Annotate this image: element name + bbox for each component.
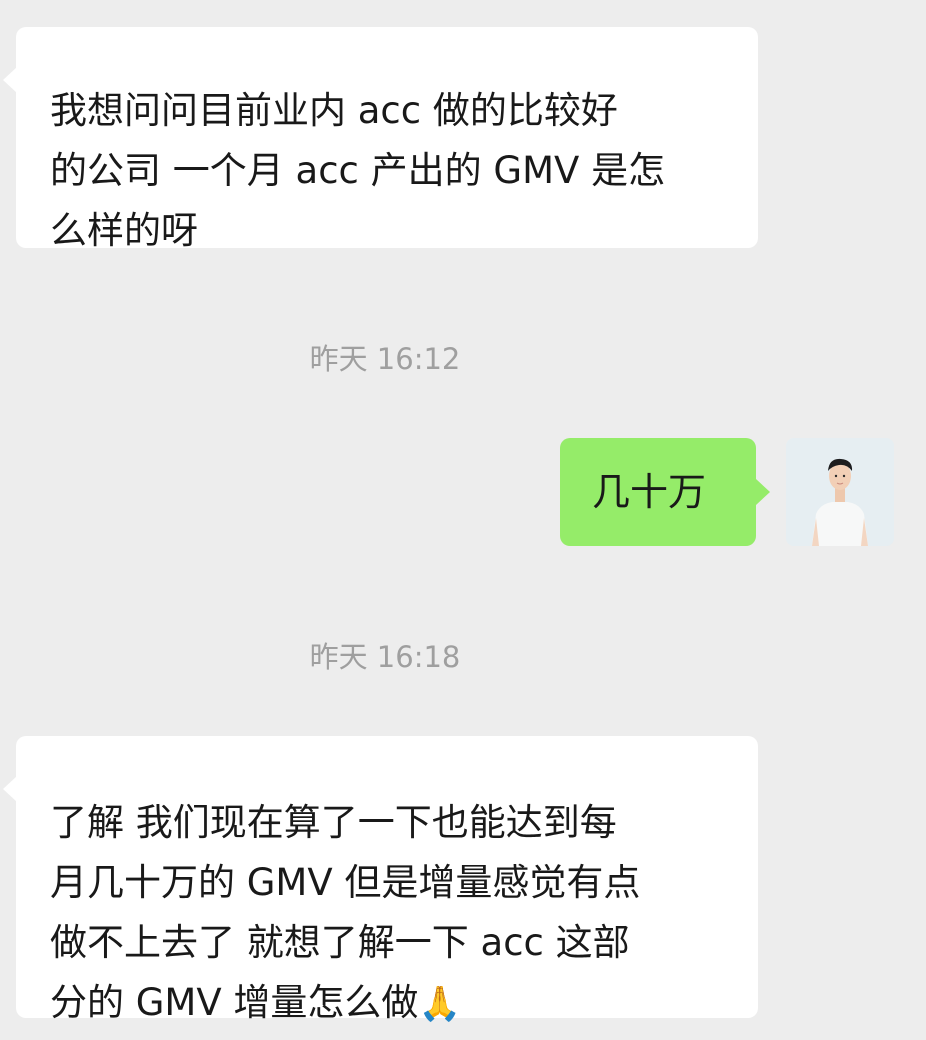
message-text: 几十万 <box>592 470 707 514</box>
message-timestamp: 昨天 16:18 <box>309 640 461 674</box>
message-timestamp: 昨天 16:12 <box>309 342 461 376</box>
message-text-line: 我想问问目前业内 acc 做的比较好 <box>50 89 618 132</box>
message-text-line: 了解 我们现在算了一下也能达到每 <box>50 801 617 844</box>
message-text-segment: 分的 GMV 增量怎么做 <box>50 981 419 1024</box>
message-text-line: 的公司 一个月 acc 产出的 GMV 是怎 <box>50 149 666 192</box>
user-photo-icon <box>786 438 894 546</box>
pray-emoji-icon: 🙏 <box>418 984 461 1024</box>
message-text-line: 月几十万的 GMV 但是增量感觉有点 <box>50 861 641 904</box>
message-text-line: 做不上去了 就想了解一下 acc 这部 <box>50 921 630 964</box>
message-text-line: 分的 GMV 增量怎么做🙏 <box>50 973 732 1034</box>
message-bubble-incoming[interactable]: 我想问问目前业内 acc 做的比较好 的公司 一个月 acc 产出的 GMV 是… <box>3 27 758 252</box>
user-avatar[interactable] <box>786 438 894 546</box>
message-text-line: 么样的呀 <box>50 209 198 252</box>
chat-thread: 我想问问目前业内 acc 做的比较好 的公司 一个月 acc 产出的 GMV 是… <box>0 0 926 1040</box>
message-bubble-incoming[interactable]: 了解 我们现在算了一下也能达到每 月几十万的 GMV 但是增量感觉有点 做不上去… <box>3 736 758 1024</box>
message-bubble-outgoing[interactable]: 几十万 <box>560 438 770 546</box>
